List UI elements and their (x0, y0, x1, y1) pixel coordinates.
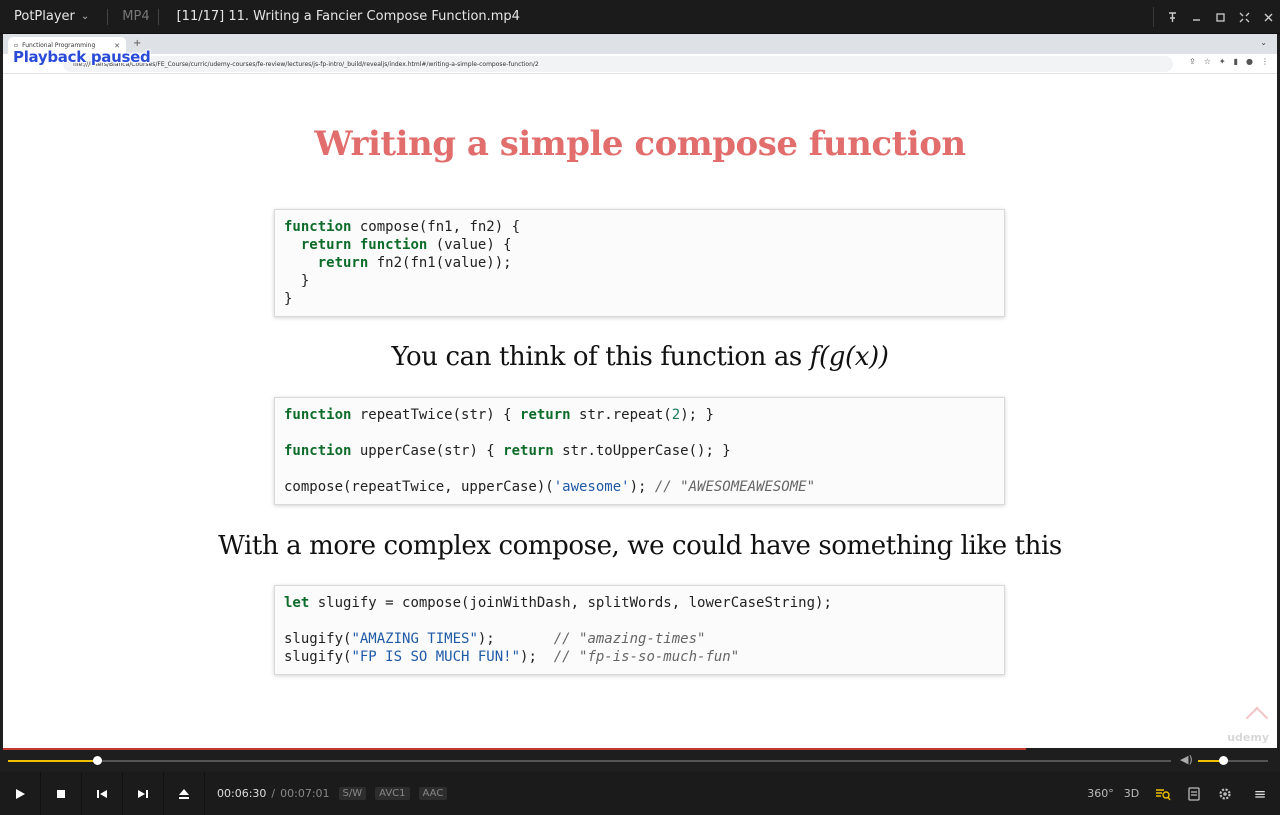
seek-bar-area: ◀) (0, 748, 1280, 772)
udemy-logo-icon (1245, 706, 1269, 730)
right-controls: 360° 3D ≡ (1085, 772, 1280, 815)
browser-toolbar: file:///Users/Bianca/Courses/FE_Course/c… (3, 54, 1277, 74)
math-expression: f(g(x)) (809, 342, 889, 372)
pin-icon[interactable] (1160, 0, 1184, 34)
subheading-text: You can think of this function as (391, 342, 810, 372)
star-icon: ☆ (1203, 57, 1211, 66)
divider (107, 8, 109, 25)
format-label: MP4 (122, 9, 150, 24)
control-bar: 00:06:30 / 00:07:01 S/W AVC1 AAC 360° 3D… (0, 772, 1280, 815)
audio-codec-badge[interactable]: AAC (418, 787, 448, 800)
share-icon: ⇪ (1189, 57, 1196, 66)
volume-slider[interactable] (1198, 756, 1268, 765)
close-icon[interactable] (1256, 0, 1280, 34)
next-button[interactable] (123, 772, 164, 815)
total-time: 00:07:01 (280, 787, 330, 800)
more-icon: ⋮ (1261, 57, 1269, 66)
chevron-down-icon: ⌄ (1260, 38, 1267, 47)
extension-icon: ✦ (1218, 57, 1226, 66)
video-frame[interactable]: ▫ Functional Programming ✕ + ⌄ file:///U… (3, 34, 1277, 748)
play-button[interactable] (0, 772, 41, 815)
volume-icon[interactable]: ◀) (1180, 753, 1193, 766)
slide-title: Writing a simple compose function (314, 124, 966, 164)
previous-button[interactable] (82, 772, 123, 815)
video-codec-badge[interactable]: AVC1 (375, 787, 410, 800)
udemy-watermark: udemy (1227, 731, 1269, 744)
playback-status-osd: Playback paused (13, 48, 151, 66)
maximize-icon[interactable] (1208, 0, 1232, 34)
seek-handle[interactable] (92, 756, 102, 765)
divider (157, 8, 159, 25)
3d-button[interactable]: 3D (1116, 772, 1147, 815)
app-menu-button[interactable]: PotPlayer ⌄ (0, 0, 99, 33)
slide-subheading-complex: With a more complex compose, we could ha… (218, 531, 1062, 561)
sidebar-icon: ▮ (1233, 57, 1239, 66)
subtitle-search-icon[interactable] (1147, 772, 1178, 815)
slide-subheading-fgx: You can think of this function as f(g(x)… (3, 342, 1277, 372)
chevron-down-icon: ⌄ (80, 11, 90, 22)
title-bar: PotPlayer ⌄ MP4 [11/17] 11. Writing a Fa… (0, 0, 1280, 34)
address-bar: file:///Users/Bianca/Courses/FE_Course/c… (63, 56, 1173, 72)
profile-icon: ● (1246, 57, 1253, 66)
app-name: PotPlayer (14, 9, 75, 24)
time-separator: / (271, 787, 276, 800)
code-block-slugify: let slugify = compose(joinWithDash, spli… (274, 585, 1005, 675)
seek-slider[interactable] (8, 756, 1171, 765)
minimize-icon[interactable] (1184, 0, 1208, 34)
vr-360-button[interactable]: 360° (1085, 772, 1116, 815)
code-block-example: function repeatTwice(str) { return str.r… (274, 397, 1005, 505)
buffer-indicator (3, 748, 1027, 750)
volume-handle[interactable] (1218, 756, 1228, 765)
browser-toolbar-icons: ⇪ ☆ ✦ ▮ ● ⋮ (1189, 57, 1269, 66)
playlist-icon[interactable] (1178, 772, 1209, 815)
current-time: 00:06:30 (217, 787, 267, 800)
eject-button[interactable] (164, 772, 205, 815)
decoder-badge[interactable]: S/W (338, 787, 367, 800)
window-controls (1153, 0, 1280, 34)
menu-icon[interactable]: ≡ (1240, 772, 1280, 815)
seek-progress (8, 760, 97, 762)
window-title: [11/17] 11. Writing a Fancier Compose Fu… (176, 9, 520, 24)
divider (1153, 7, 1154, 27)
time-display: 00:06:30 / 00:07:01 S/W AVC1 AAC (217, 787, 448, 800)
code-block-compose: function compose(fn1, fn2) { return func… (274, 209, 1005, 317)
gear-icon[interactable] (1209, 772, 1240, 815)
browser-tab-strip: ▫ Functional Programming ✕ + ⌄ (3, 34, 1277, 54)
fullscreen-icon[interactable] (1232, 0, 1256, 34)
stop-button[interactable] (41, 772, 82, 815)
